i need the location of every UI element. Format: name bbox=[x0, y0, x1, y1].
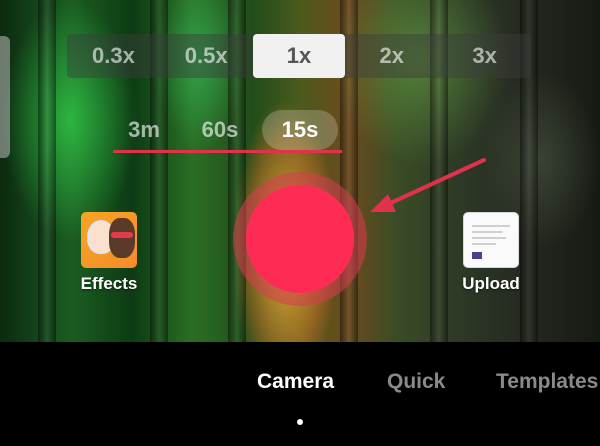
mode-bar bbox=[0, 342, 600, 446]
tab-quick[interactable]: Quick bbox=[387, 370, 445, 394]
tab-camera[interactable]: Camera bbox=[257, 370, 334, 394]
camera-screen: 0.3x 0.5x 1x 2x 3x 3m 60s 15s Effects Up… bbox=[0, 0, 600, 446]
active-tab-indicator bbox=[297, 419, 303, 425]
tab-templates[interactable]: Templates bbox=[496, 370, 598, 394]
